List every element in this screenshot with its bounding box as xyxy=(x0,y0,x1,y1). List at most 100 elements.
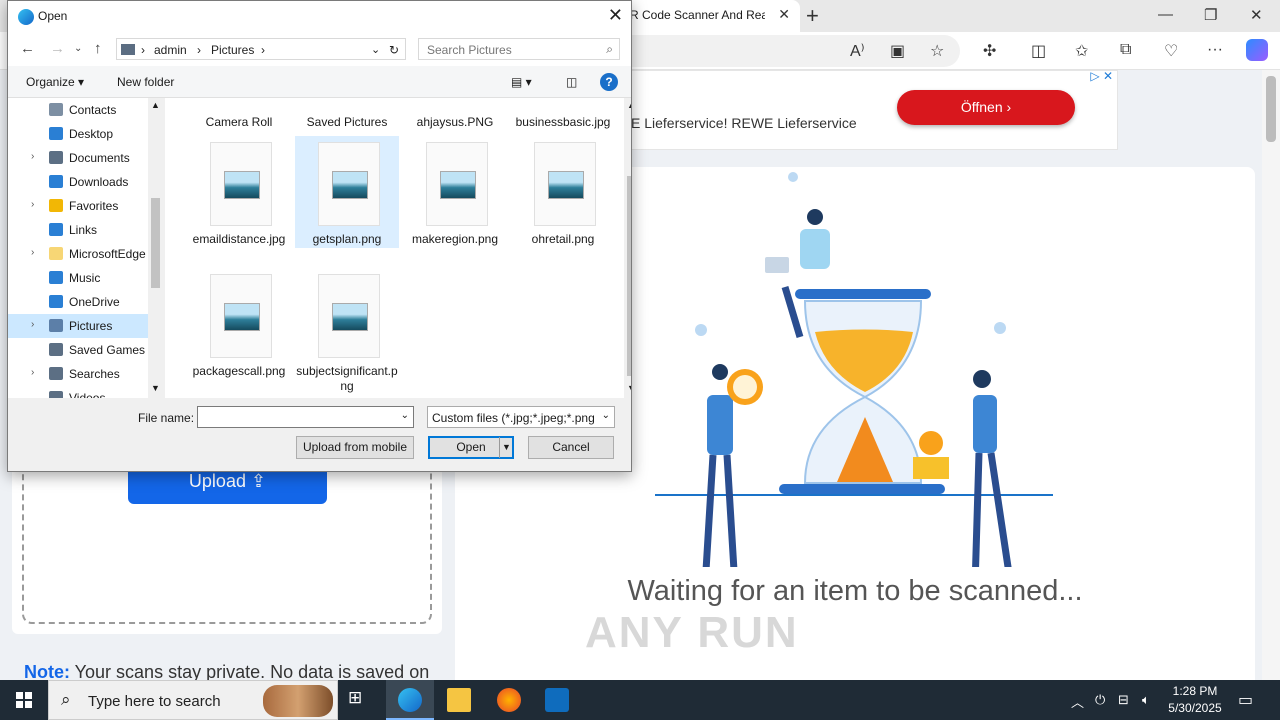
tab-close-icon[interactable]: ✕ xyxy=(778,6,790,23)
expand-chevron-icon[interactable]: › xyxy=(31,247,34,258)
recent-locations-icon[interactable]: ⌄ xyxy=(74,43,82,54)
nav-item[interactable]: Links xyxy=(8,218,148,242)
forward-arrow-icon[interactable]: → xyxy=(50,40,65,57)
nav-item[interactable]: › Searches xyxy=(8,362,148,386)
open-button[interactable]: Open ▼ xyxy=(428,436,514,459)
nav-item[interactable]: › Pictures xyxy=(8,314,148,338)
scroll-down-icon[interactable]: ▼ xyxy=(627,383,631,393)
help-icon[interactable]: ? xyxy=(600,73,618,91)
minimize-icon[interactable]: — xyxy=(1158,6,1173,23)
copilot-icon[interactable] xyxy=(1246,39,1268,61)
nav-item[interactable]: Videos xyxy=(8,386,148,398)
file-item[interactable]: emaildistance.jpg xyxy=(187,136,291,248)
back-arrow-icon[interactable]: ← xyxy=(20,40,35,57)
dialog-close-icon[interactable]: ✕ xyxy=(608,5,623,26)
favorite-star-icon[interactable]: ☆ xyxy=(930,41,944,61)
nav-scroll-thumb[interactable] xyxy=(151,198,160,288)
edge-taskbar-button[interactable] xyxy=(386,680,434,720)
folder-item[interactable]: Saved Pictures xyxy=(295,98,399,129)
breadcrumb-pictures[interactable]: Pictures xyxy=(211,43,254,57)
tray-overflow-icon[interactable]: ︿ xyxy=(1071,692,1084,711)
expand-chevron-icon[interactable]: › xyxy=(31,199,34,210)
window-close-icon[interactable]: ✕ xyxy=(1250,6,1263,24)
outlook-icon[interactable] xyxy=(545,688,569,712)
extensions-icon[interactable]: ✣ xyxy=(983,41,996,61)
search-box[interactable]: Search Pictures ⌕ xyxy=(418,38,620,60)
file-name-input[interactable]: ⌄ xyxy=(197,406,414,428)
ad-open-button[interactable]: Öffnen › xyxy=(897,90,1075,125)
scroll-down-icon[interactable]: ▼ xyxy=(151,383,160,393)
nav-item[interactable]: Music xyxy=(8,266,148,290)
ad-close-icon[interactable]: ▷ ✕ xyxy=(1090,70,1113,83)
up-arrow-icon[interactable]: ↑ xyxy=(94,40,102,57)
expand-chevron-icon[interactable]: › xyxy=(31,367,34,378)
more-menu-icon[interactable]: ··· xyxy=(1207,41,1223,59)
nav-item[interactable]: › MicrosoftEdge xyxy=(8,242,148,266)
file-type-select[interactable]: Custom files (*.jpg;*.jpeg;*.png ⌄ xyxy=(427,406,615,428)
expand-chevron-icon[interactable]: › xyxy=(31,151,34,162)
read-aloud-icon[interactable]: A⁾ xyxy=(850,41,865,61)
file-item[interactable]: subjectsignificant.png xyxy=(295,268,399,393)
new-tab-icon[interactable]: + xyxy=(806,3,819,29)
preview-pane-icon[interactable]: ◫ xyxy=(566,75,577,89)
notifications-icon[interactable]: ▭ xyxy=(1238,690,1253,710)
split-screen-icon[interactable]: ◫ xyxy=(1031,41,1046,61)
address-bar[interactable] xyxy=(600,35,960,67)
nav-item[interactable]: › Favorites xyxy=(8,194,148,218)
file-scroll-thumb[interactable] xyxy=(627,176,631,376)
file-item[interactable]: getsplan.png xyxy=(295,136,399,248)
open-dropdown-icon[interactable]: ▼ xyxy=(499,437,513,458)
file-item[interactable]: packagescall.png xyxy=(187,268,291,380)
folder-item[interactable]: Camera Roll xyxy=(187,98,291,129)
nav-item-label: Links xyxy=(69,223,98,237)
view-options-icon[interactable]: ▤ ▾ xyxy=(511,75,532,89)
firefox-icon[interactable] xyxy=(497,688,521,712)
performance-icon[interactable]: ♡ xyxy=(1164,41,1178,61)
file-item[interactable]: ahjaysus.PNG xyxy=(403,98,507,129)
breadcrumb-admin[interactable]: admin xyxy=(154,43,187,57)
nav-item[interactable]: Saved Games xyxy=(8,338,148,362)
restore-icon[interactable]: ❐ xyxy=(1204,6,1217,24)
scroll-up-icon[interactable]: ▲ xyxy=(151,100,160,110)
chevron-down-icon[interactable]: ⌄ xyxy=(602,410,610,421)
task-view-icon[interactable]: ⊞ xyxy=(348,688,372,712)
scroll-up-icon[interactable]: ▲ xyxy=(627,100,631,110)
cancel-button[interactable]: Cancel xyxy=(528,436,614,459)
new-folder-button[interactable]: New folder xyxy=(117,75,174,89)
file-type-value: Custom files (*.jpg;*.jpeg;*.png xyxy=(432,411,595,425)
active-tab[interactable]: R Code Scanner And Read ✕ xyxy=(620,0,800,32)
breadcrumb[interactable]: › admin › Pictures › ⌄ ↻ xyxy=(116,38,406,60)
nav-item[interactable]: OneDrive xyxy=(8,290,148,314)
favorites-icon[interactable]: ✩ xyxy=(1075,41,1088,61)
device-icon[interactable]: ⏻ xyxy=(1095,692,1105,708)
file-item[interactable]: makeregion.png xyxy=(403,136,507,248)
nav-scrollbar[interactable]: ▲ ▼ xyxy=(148,98,163,398)
system-clock[interactable]: 1:28 PM 5/30/2025 xyxy=(1168,683,1222,717)
collections-icon[interactable]: ⧉ xyxy=(1120,41,1131,59)
taskbar-search[interactable]: ⌕ Type here to search xyxy=(48,680,338,720)
file-item[interactable]: businessbasic.jpg xyxy=(511,98,615,129)
nav-item[interactable]: › Documents xyxy=(8,146,148,170)
downloads-icon xyxy=(49,175,63,188)
nav-item[interactable]: Downloads xyxy=(8,170,148,194)
searches-icon xyxy=(49,367,63,380)
immersive-reader-icon[interactable]: ▣ xyxy=(890,41,905,61)
file-item[interactable]: ohretail.png xyxy=(511,136,615,248)
page-scrollbar[interactable] xyxy=(1262,70,1280,680)
expand-chevron-icon[interactable]: › xyxy=(31,319,34,330)
nav-item-label: Favorites xyxy=(69,199,119,213)
chevron-down-icon[interactable]: ⌄ xyxy=(401,410,409,421)
nav-item[interactable]: Contacts xyxy=(8,98,148,122)
nav-item[interactable]: Desktop xyxy=(8,122,148,146)
page-scroll-thumb[interactable] xyxy=(1266,76,1276,142)
refresh-icon[interactable]: ↻ xyxy=(389,43,399,57)
file-scrollbar[interactable]: ▲ ▼ xyxy=(624,98,631,398)
file-explorer-icon[interactable] xyxy=(447,688,471,712)
advertisement[interactable]: ▷ ✕ E Lieferservice! REWE Lieferservice … xyxy=(600,70,1118,150)
network-icon[interactable]: ⊟ xyxy=(1118,692,1129,708)
organize-button[interactable]: Organize ▾ xyxy=(26,75,84,89)
start-button[interactable] xyxy=(0,680,48,720)
volume-icon[interactable]: 🔈︎ xyxy=(1142,692,1150,708)
breadcrumb-dropdown-icon[interactable]: ⌄ xyxy=(371,43,380,56)
upload-from-mobile-button[interactable]: Upload from mobile xyxy=(296,436,414,459)
